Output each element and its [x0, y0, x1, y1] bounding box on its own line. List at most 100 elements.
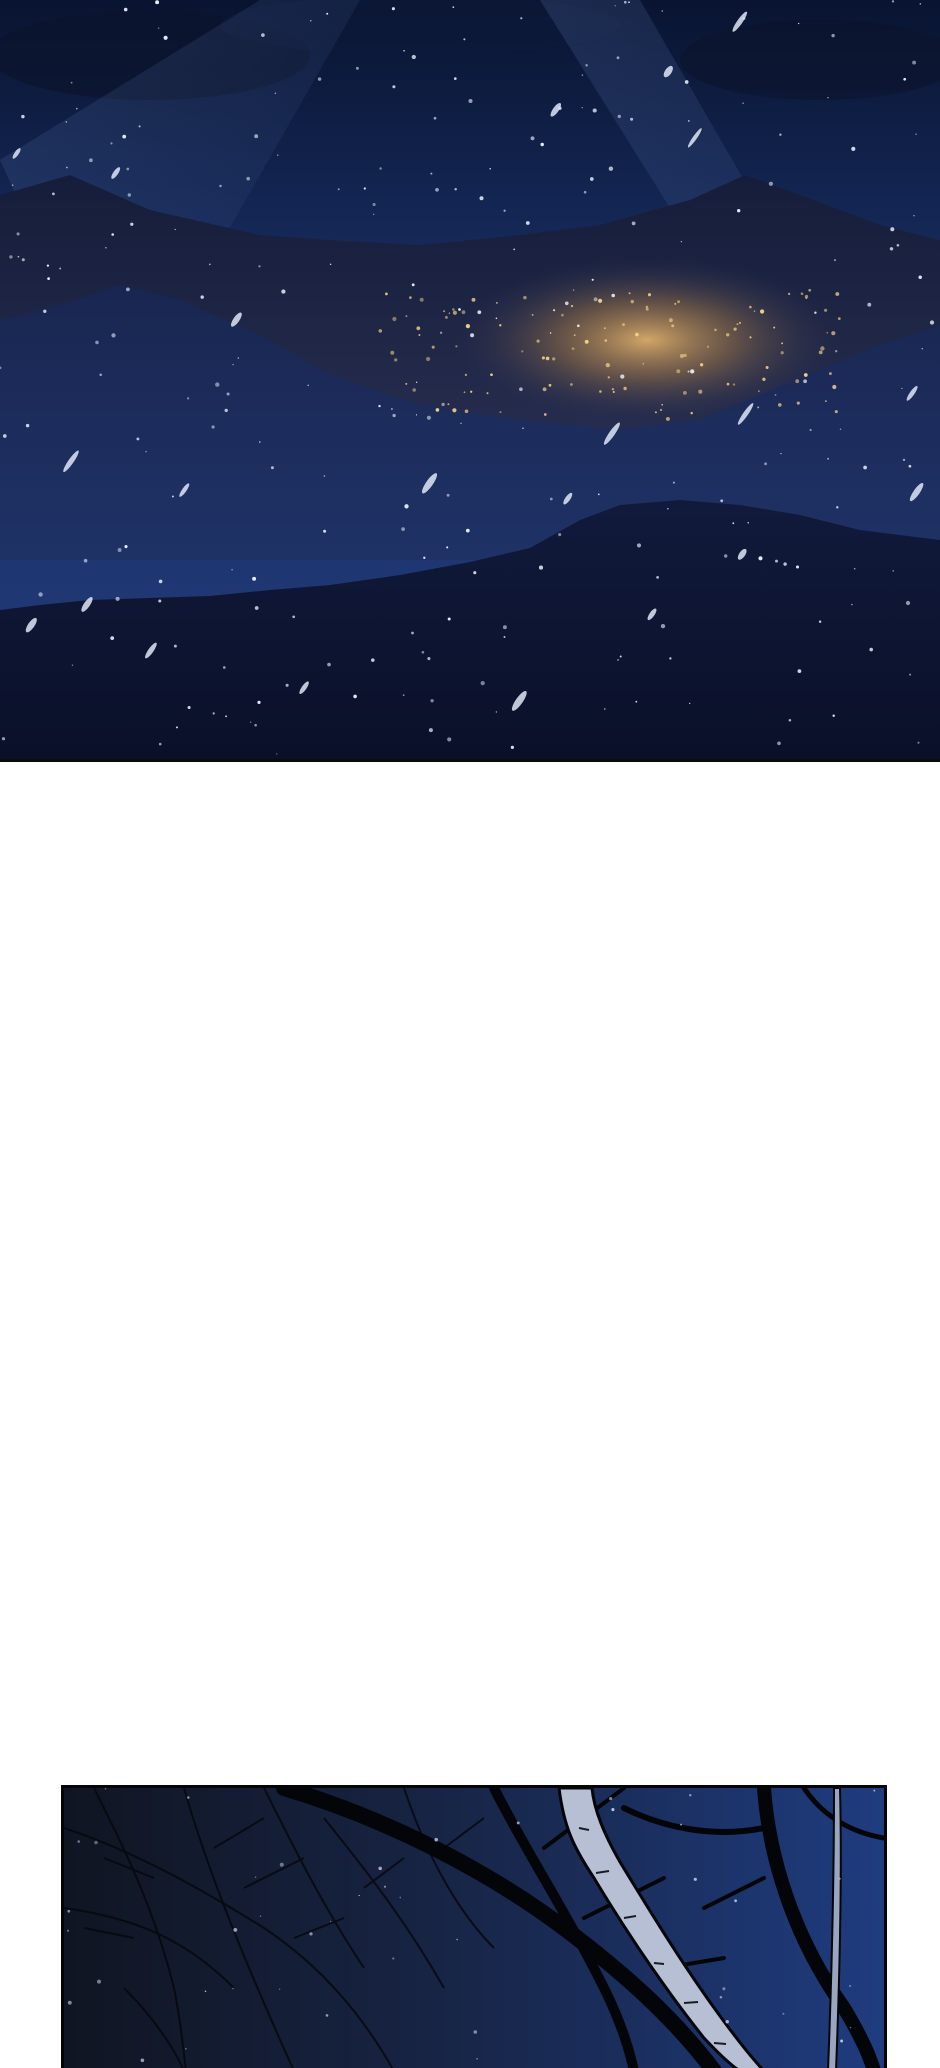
snowflake: [908, 464, 912, 468]
snowflake: [158, 599, 162, 603]
snowflake: [725, 2019, 729, 2024]
snowflake: [222, 666, 226, 669]
snowflake: [572, 289, 575, 291]
snowflake: [460, 422, 462, 425]
valley-light-dot: [669, 318, 673, 323]
snowflake: [99, 373, 102, 377]
snowflake: [519, 387, 523, 392]
valley-light-dot: [800, 292, 804, 295]
snowflake: [259, 1915, 262, 1917]
valley-light-dot: [757, 406, 760, 409]
snowflake: [839, 428, 842, 430]
valley-light-dot: [465, 323, 471, 329]
snowflake: [873, 1789, 876, 1792]
snowflake: [353, 694, 357, 699]
snowflake: [454, 187, 457, 191]
valley-light-dot: [521, 350, 524, 353]
snowflake: [403, 49, 405, 52]
snowflake: [110, 142, 113, 145]
snowflake: [310, 20, 312, 22]
valley-light-dot: [452, 408, 457, 413]
snowflake: [479, 196, 484, 201]
snowflake: [851, 146, 856, 151]
snowflake: [378, 404, 381, 408]
snowflake: [719, 1996, 723, 1999]
valley-light-dot: [774, 393, 777, 396]
snowflake: [392, 85, 396, 89]
snowflake: [452, 6, 455, 8]
snowflake: [591, 278, 594, 281]
valley-light-dot: [536, 339, 540, 343]
valley-light-dot: [665, 416, 670, 421]
snowflake: [687, 370, 690, 373]
valley-light-dot: [780, 351, 784, 355]
snowflake: [549, 332, 552, 334]
valley-light-dot: [647, 293, 652, 297]
valley-light-dot: [749, 336, 752, 339]
snowflake: [470, 333, 475, 338]
snowflake: [174, 228, 176, 231]
snowflake: [204, 1990, 207, 1993]
snowflake: [277, 154, 279, 156]
snowflake: [775, 559, 778, 563]
snowflake: [903, 77, 907, 81]
valley-light-dot: [773, 326, 776, 329]
snowflake: [779, 133, 782, 136]
valley-light-dot: [732, 383, 736, 386]
snowflake: [254, 723, 257, 727]
snowflake: [465, 528, 470, 533]
snowflake: [423, 556, 426, 559]
snowflake: [233, 1927, 238, 1932]
valley-light-dot: [699, 363, 704, 367]
snowflake: [918, 275, 922, 280]
valley-light-dot: [394, 358, 398, 362]
valley-light-dot: [749, 305, 752, 309]
snowflake: [636, 543, 642, 548]
valley-light-dot: [654, 411, 657, 414]
snowflake: [261, 33, 265, 37]
snowflake: [502, 625, 507, 630]
snowflake: [628, 1, 630, 4]
snowflake: [661, 404, 663, 406]
valley-light-dot: [496, 302, 498, 304]
snowflake: [604, 708, 606, 710]
valley-light-dot: [787, 292, 791, 296]
valley-light-dot: [598, 298, 603, 303]
valley-light-dot: [490, 373, 493, 377]
snowflake: [608, 166, 614, 171]
snowflake: [373, 213, 375, 215]
valley-light-dot: [826, 331, 829, 334]
snowflake: [358, 1894, 360, 1897]
snowflake: [581, 74, 584, 76]
snowflake: [309, 1932, 313, 1936]
snowflake: [187, 397, 190, 400]
valley-light-dot: [607, 376, 610, 379]
snowflake: [783, 562, 787, 566]
valley-light-dot: [599, 390, 602, 393]
snowflake: [38, 592, 43, 597]
snowflake: [392, 413, 396, 418]
snowflake: [840, 2039, 844, 2043]
snowflake: [597, 493, 600, 496]
valley-light-dot: [739, 321, 741, 324]
snowflake: [157, 27, 160, 29]
snowflake: [421, 650, 425, 654]
snowflake: [434, 1837, 438, 1842]
snowflake: [171, 495, 174, 498]
snowflake: [124, 545, 128, 549]
valley-light-dot: [765, 366, 769, 369]
mountain-scene-illustration: [0, 0, 940, 759]
valley-light-dot: [671, 324, 675, 328]
snowflake: [689, 1794, 692, 1797]
snowflake: [325, 2014, 329, 2017]
snowflake: [75, 107, 78, 110]
snowflake: [446, 546, 449, 549]
valley-light-dot: [674, 302, 677, 305]
snowflake: [104, 1788, 107, 1790]
snowflake: [503, 209, 506, 212]
valley-light-dot: [818, 350, 823, 355]
valley-light-dot: [781, 342, 784, 345]
valley-light-dot: [642, 362, 645, 365]
snowflake: [67, 2000, 72, 2005]
snowflake: [372, 202, 376, 207]
